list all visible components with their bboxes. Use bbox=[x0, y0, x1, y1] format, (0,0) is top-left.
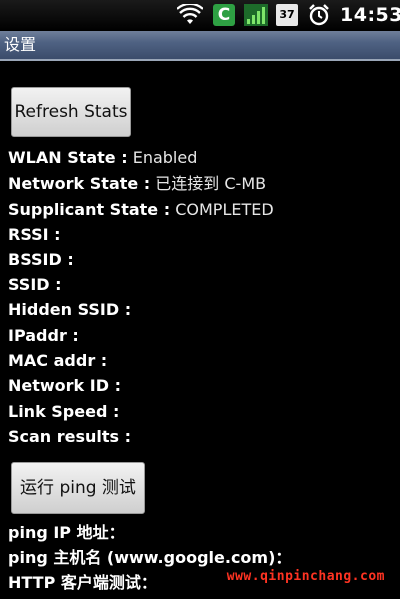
watermark: www.qinpinchang.com bbox=[226, 569, 385, 584]
hidden-ssid-label: Hidden SSID : bbox=[8, 300, 132, 319]
run-ping-test-button[interactable]: 运行 ping 测试 bbox=[11, 462, 145, 514]
link-speed-row: Link Speed : bbox=[8, 400, 398, 424]
status-bar[interactable]: C 37 14:53 bbox=[0, 0, 400, 31]
page-title: 设置 bbox=[4, 35, 37, 54]
scan-results-row: Scan results : bbox=[8, 425, 398, 449]
supplicant-state-label: Supplicant State : bbox=[8, 200, 171, 219]
ping-ip-label: ping IP 地址： bbox=[8, 523, 125, 542]
network-id-label: Network ID : bbox=[8, 376, 121, 395]
network-state-label: Network State : bbox=[8, 174, 151, 193]
bssid-row: BSSID : bbox=[8, 248, 398, 272]
wlan-state-value: Enabled bbox=[132, 148, 198, 167]
battery-icon: 37 bbox=[276, 4, 298, 26]
ipaddr-label: IPaddr : bbox=[8, 326, 79, 345]
hidden-ssid-row: Hidden SSID : bbox=[8, 298, 398, 322]
wlan-state-row: WLAN State : Enabled bbox=[8, 146, 398, 170]
ping-hostname-label: ping 主机名 (www.google.com)： bbox=[8, 548, 292, 567]
alarm-clock-icon bbox=[309, 4, 329, 26]
signal-icon bbox=[244, 4, 268, 26]
supplicant-state-value: COMPLETED bbox=[175, 200, 274, 219]
wifi-settings-screen: C 37 14:53 设置 Refresh Stats WLAN State :… bbox=[0, 0, 400, 599]
http-client-test-label: HTTP 客户端测试： bbox=[8, 573, 157, 592]
bssid-label: BSSID : bbox=[8, 250, 74, 269]
network-state-value: 已连接到 C-MB bbox=[155, 174, 267, 193]
ssid-label: SSID : bbox=[8, 275, 62, 294]
status-clock: 14:53 bbox=[340, 4, 400, 26]
scan-results-label: Scan results : bbox=[8, 427, 132, 446]
link-speed-label: Link Speed : bbox=[8, 402, 120, 421]
ipaddr-row: IPaddr : bbox=[8, 324, 398, 348]
wifi-icon bbox=[177, 4, 203, 24]
c-app-icon: C bbox=[213, 4, 235, 26]
refresh-stats-button[interactable]: Refresh Stats bbox=[11, 87, 131, 137]
ping-hostname-row: ping 主机名 (www.google.com)： bbox=[8, 546, 398, 570]
ssid-row: SSID : bbox=[8, 273, 398, 297]
network-state-row: Network State : 已连接到 C-MB bbox=[8, 172, 398, 196]
supplicant-state-row: Supplicant State : COMPLETED bbox=[8, 198, 398, 222]
network-id-row: Network ID : bbox=[8, 374, 398, 398]
mac-addr-row: MAC addr : bbox=[8, 349, 398, 373]
rssi-row: RSSI : bbox=[8, 223, 398, 247]
ping-ip-row: ping IP 地址： bbox=[8, 521, 398, 545]
rssi-label: RSSI : bbox=[8, 225, 61, 244]
title-bar: 设置 bbox=[0, 31, 400, 61]
wlan-state-label: WLAN State : bbox=[8, 148, 128, 167]
mac-addr-label: MAC addr : bbox=[8, 351, 108, 370]
